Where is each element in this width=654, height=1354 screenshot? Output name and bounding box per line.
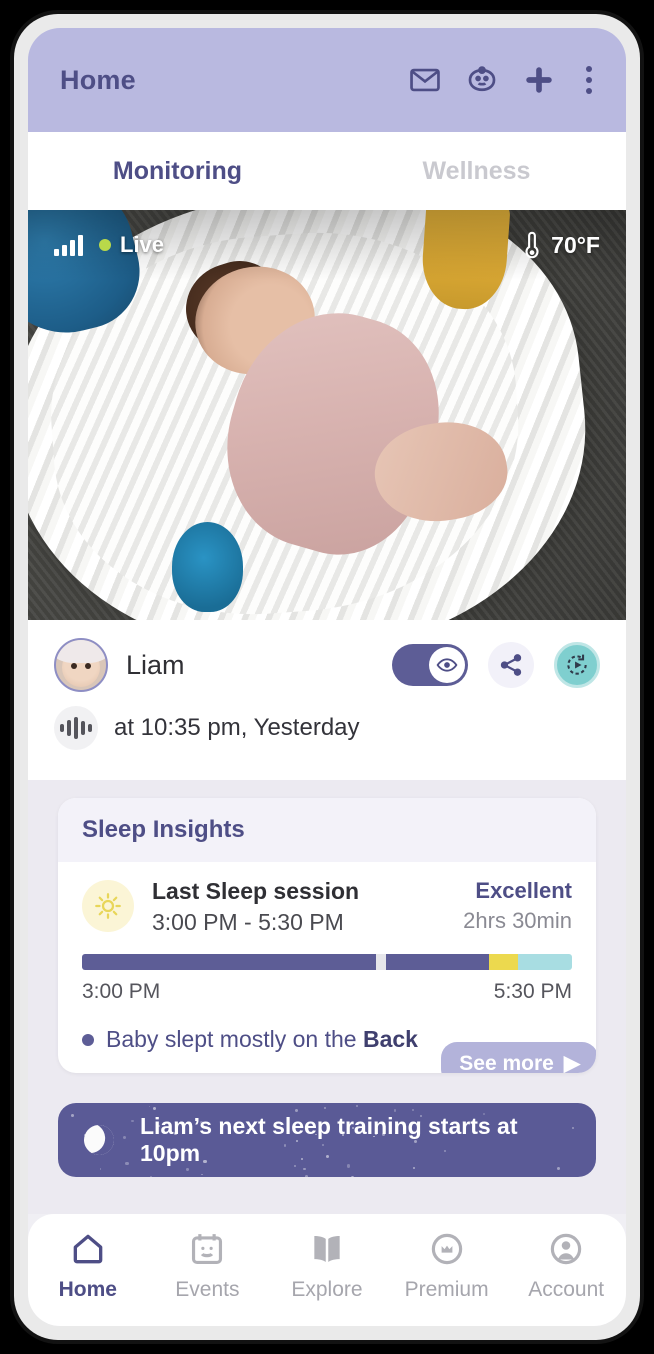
timeline-segment-restless [518,954,572,970]
content-scroll: Sleep Insights Last Sleep session 3:00 P… [28,780,626,1214]
temperature-readout: 70°F [521,230,600,260]
sleep-insights-header: Sleep Insights [58,798,596,862]
page-title: Home [60,64,136,95]
session-range: 3:00 PM - 5:30 PM [152,909,344,935]
live-label: Live [120,232,165,257]
timeline-segment-light-sleep [488,954,519,970]
child-actions [392,642,600,688]
tab-monitoring[interactable]: Monitoring [28,157,327,186]
timeline-segment-deep-sleep [82,954,376,970]
avatar[interactable] [54,638,108,692]
baby-face-icon[interactable] [464,62,500,98]
nav-label-home: Home [58,1278,117,1301]
session-duration: 2hrs 30min [463,908,572,933]
more-vertical-icon[interactable] [578,62,600,98]
tab-bar: Monitoring Wellness [28,132,626,210]
sleep-timeline-bar [82,954,572,970]
nav-label-explore: Explore [291,1278,363,1301]
last-session-row: Last Sleep session 3:00 PM - 5:30 PM Exc… [82,878,572,936]
eye-icon [429,647,465,683]
nav-label-account: Account [528,1278,605,1301]
bullet-dot-icon [82,1033,94,1046]
banner-text: Liam’s next sleep training starts at 10p… [140,1113,518,1166]
plus-icon[interactable] [522,63,556,97]
phone-frame: Home Monitoring Wellness Live 70°F Liam … [14,14,640,1340]
timeline-segment-awake-gap [376,954,386,970]
last-event-time: at 10:35 pm, Yesterday [114,714,360,741]
nav-item-account[interactable]: Account [506,1230,626,1302]
person-icon [550,1233,582,1265]
video-status-overlay: Live 70°F [28,210,626,280]
sleep-training-banner[interactable]: Liam’s next sleep training starts at 10p… [58,1103,596,1177]
header-actions [408,62,600,98]
app-header: Home [28,28,626,132]
timeline-start: 3:00 PM [82,980,161,1003]
sleep-insights-card: Sleep Insights Last Sleep session 3:00 P… [58,798,596,1073]
session-label: Last Sleep session [152,878,360,904]
sleep-note-text: Baby slept mostly on the Back [106,1026,418,1053]
sleep-insights-title: Sleep Insights [82,816,245,843]
quality-badge: Excellent [475,878,572,903]
nav-item-explore[interactable]: Explore [267,1230,387,1302]
live-video-feed[interactable]: Live 70°F [28,210,626,620]
last-event-row: at 10:35 pm, Yesterday [54,692,600,772]
home-icon [73,1234,103,1264]
temperature-value: 70°F [551,231,600,258]
audio-wave-icon [54,706,98,750]
session-quality: Excellent 2hrs 30min [463,878,572,934]
nav-label-premium: Premium [404,1278,489,1301]
nav-item-events[interactable]: Events [148,1230,268,1302]
timeline-labels: 3:00 PM 5:30 PM [82,980,572,1004]
signal-bars-icon [54,234,83,256]
sleep-insights-body: Last Sleep session 3:00 PM - 5:30 PM Exc… [58,862,596,1073]
calendar-icon [192,1234,223,1265]
app-screen: Home Monitoring Wellness Live 70°F Liam … [28,28,626,1326]
book-icon [314,1236,340,1262]
bottom-nav: Home Events Explore Premium Account [28,1214,626,1326]
see-more-button[interactable]: See more ▶ [441,1042,596,1073]
monitor-toggle[interactable] [392,644,468,686]
live-indicator-dot [99,239,111,251]
session-info: Last Sleep session 3:00 PM - 5:30 PM [152,878,359,936]
note-prefix: Baby slept mostly on the [106,1026,363,1052]
timeline-segment-deep-sleep [385,954,489,970]
child-row: Liam [54,638,600,692]
sun-icon [82,880,134,932]
see-more-label: See more [459,1051,554,1074]
tab-wellness[interactable]: Wellness [327,157,626,186]
chevron-right-icon: ▶ [563,1052,580,1073]
child-panel: Liam at 10:35 pm, Yesterday [28,620,626,780]
share-icon[interactable] [488,642,534,688]
nav-item-premium[interactable]: Premium [387,1230,507,1302]
nav-label-events: Events [175,1278,240,1301]
child-name: Liam [126,649,185,680]
replay-icon[interactable] [554,642,600,688]
note-highlight: Back [362,1026,418,1052]
mail-icon[interactable] [408,63,442,97]
timeline-end: 5:30 PM [493,980,572,1003]
nav-item-home[interactable]: Home [28,1230,148,1302]
crown-badge-icon [431,1233,462,1265]
